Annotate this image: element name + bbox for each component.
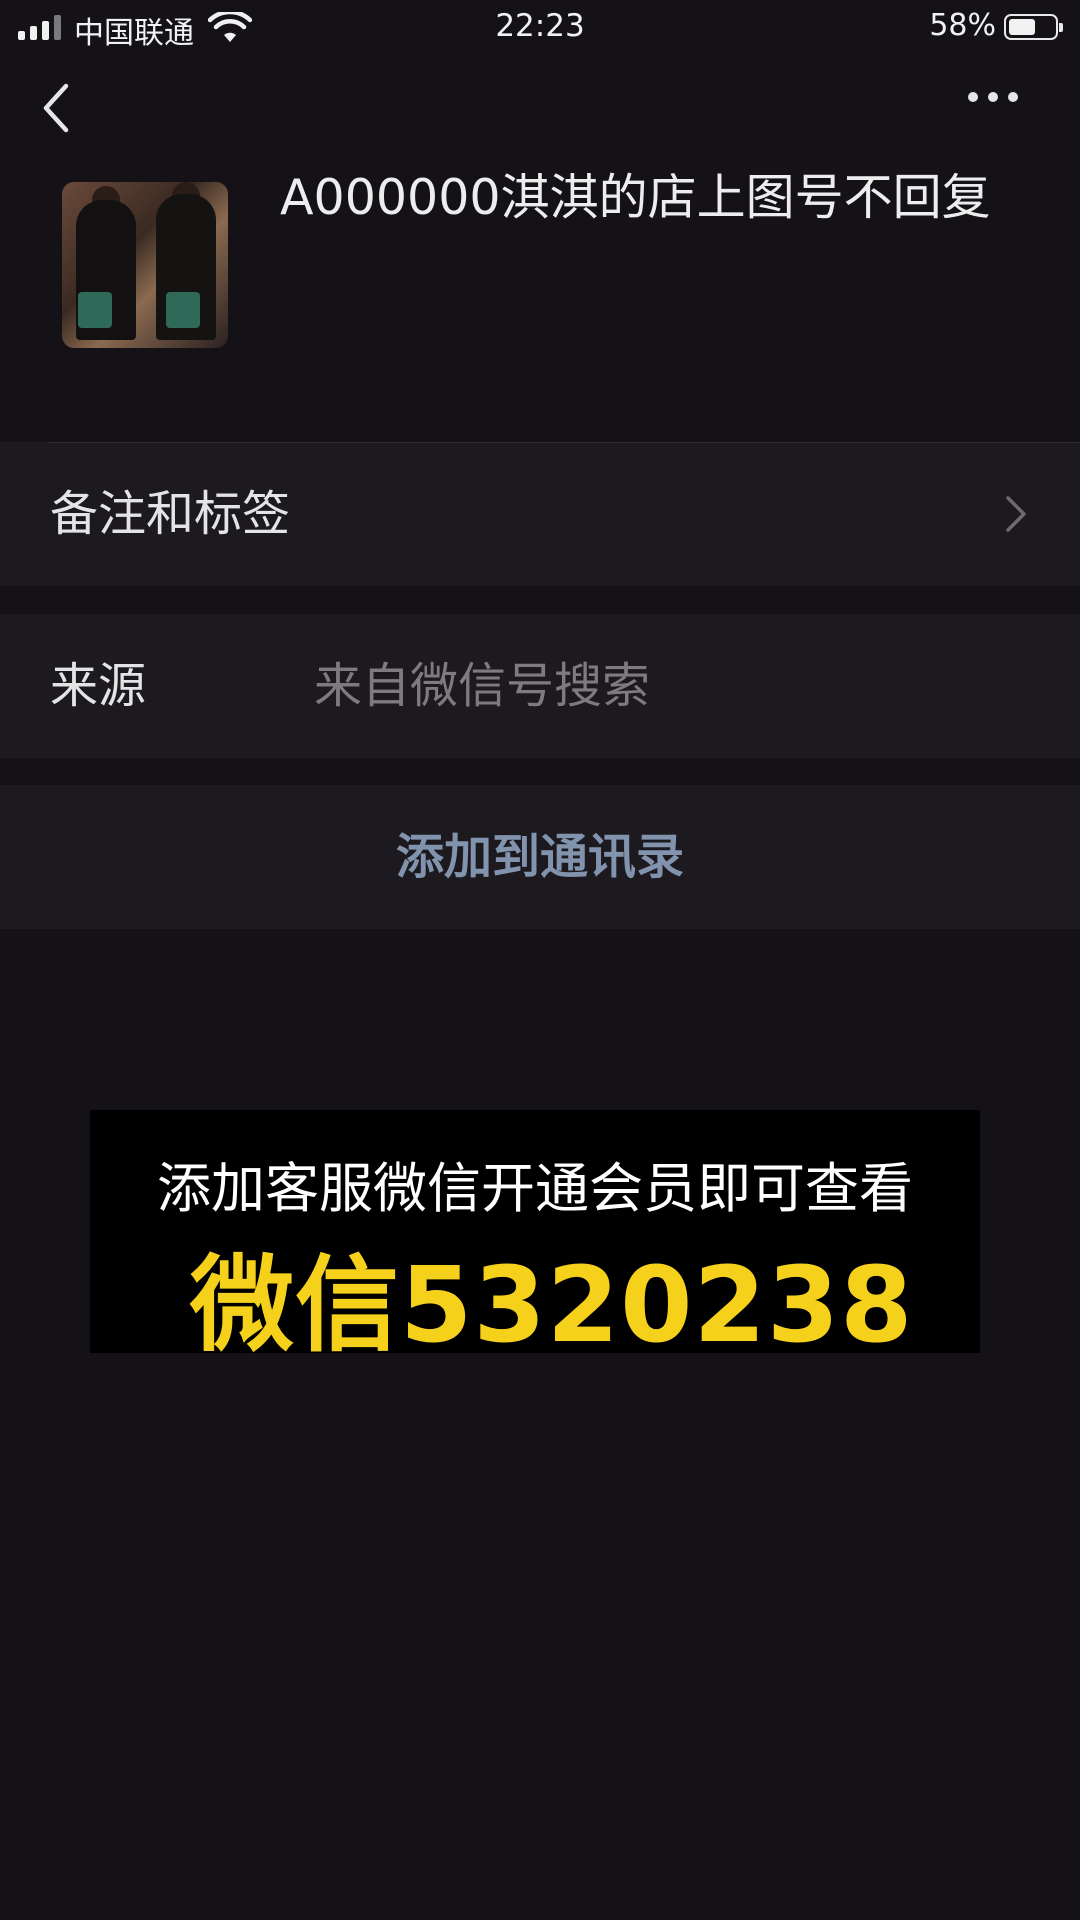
- promo-wechat-id: 微信5320238: [190, 1244, 914, 1366]
- promo-banner: 添加客服微信开通会员即可查看 微信5320238: [90, 1110, 980, 1366]
- battery-icon: [1004, 14, 1063, 40]
- chevron-right-icon: [1006, 496, 1026, 532]
- source-value: 来自微信号搜索: [314, 658, 651, 714]
- screen: 中国联通 22:23 58% A000000淇淇的店上图号不回复 备注和标签 来…: [0, 0, 1080, 1920]
- remarks-and-tags-row[interactable]: 备注和标签: [0, 442, 1080, 586]
- profile-name: A000000淇淇的店上图号不回复: [280, 169, 991, 226]
- clock: 22:23: [495, 8, 585, 44]
- more-button[interactable]: [968, 92, 1032, 102]
- dot: [988, 92, 998, 102]
- remarks-label: 备注和标签: [50, 486, 291, 542]
- battery-fill: [1009, 19, 1035, 35]
- battery-percent: 58%: [929, 8, 996, 43]
- source-label: 来源: [50, 658, 147, 714]
- add-to-contacts-label: 添加到通讯录: [395, 829, 684, 885]
- dot: [968, 92, 978, 102]
- status-bar: 中国联通 22:23 58%: [0, 0, 1080, 56]
- add-to-contacts-button[interactable]: 添加到通讯录: [0, 785, 1080, 929]
- promo-text: 添加客服微信开通会员即可查看: [157, 1157, 913, 1220]
- dot: [1008, 92, 1018, 102]
- avatar[interactable]: [62, 182, 228, 348]
- source-row: 来源 来自微信号搜索: [0, 614, 1080, 758]
- back-button[interactable]: [34, 80, 78, 136]
